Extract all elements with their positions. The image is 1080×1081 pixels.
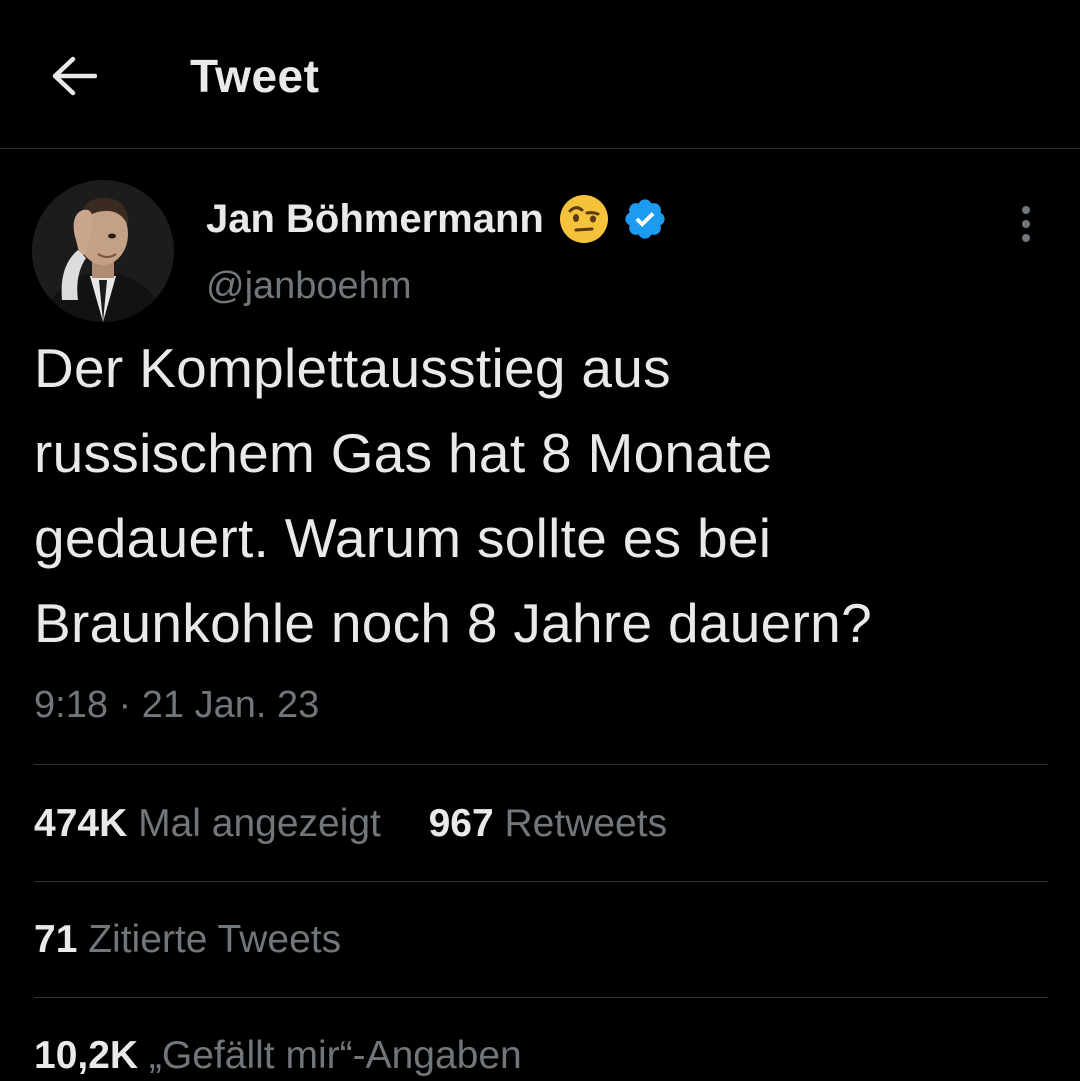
arrow-left-icon: [52, 56, 97, 96]
retweets-stat[interactable]: 967 Retweets: [429, 802, 668, 845]
divider: [34, 997, 1048, 998]
avatar-photo: [32, 180, 174, 322]
tweet-date[interactable]: 21 Jan. 23: [142, 684, 319, 726]
stats-row-views-retweets: 474K Mal angezeigt 967 Retweets: [34, 799, 667, 849]
avatar[interactable]: [32, 180, 174, 322]
more-vertical-icon: [1022, 206, 1030, 242]
page-title: Tweet: [190, 50, 320, 102]
quotes-count[interactable]: 71: [34, 918, 77, 961]
retweets-count[interactable]: 967: [429, 802, 494, 845]
top-bar: Tweet: [0, 0, 1080, 149]
views-label: Mal angezeigt: [138, 802, 381, 845]
more-options-button[interactable]: [1004, 196, 1048, 252]
quotes-label[interactable]: Zitierte Tweets: [88, 918, 341, 961]
verified-badge-icon: [625, 199, 665, 239]
timestamp-separator: ·: [118, 684, 132, 726]
retweets-label[interactable]: Retweets: [505, 802, 668, 845]
tweet-time[interactable]: 9:18: [34, 684, 108, 726]
face-with-raised-eyebrow-icon: [559, 195, 608, 243]
views-stat: 474K Mal angezeigt: [34, 802, 392, 845]
display-name[interactable]: Jan Böhmermann: [206, 192, 544, 246]
likes-stat[interactable]: 10,2K „Gefällt mir“-Angaben: [34, 1031, 522, 1081]
back-button[interactable]: [44, 46, 104, 106]
tweet-timestamp[interactable]: 9:18 · 21 Jan. 23: [34, 680, 319, 730]
author-handle[interactable]: @janboehm: [206, 262, 411, 310]
divider: [34, 764, 1048, 765]
quotes-stat[interactable]: 71 Zitierte Tweets: [34, 915, 341, 965]
tweet-text: Der Komplettausstieg aus russischem Gas …: [34, 337, 872, 654]
author-name-row[interactable]: Jan Böhmermann: [206, 192, 668, 246]
views-count: 474K: [34, 802, 128, 845]
divider: [34, 881, 1048, 882]
